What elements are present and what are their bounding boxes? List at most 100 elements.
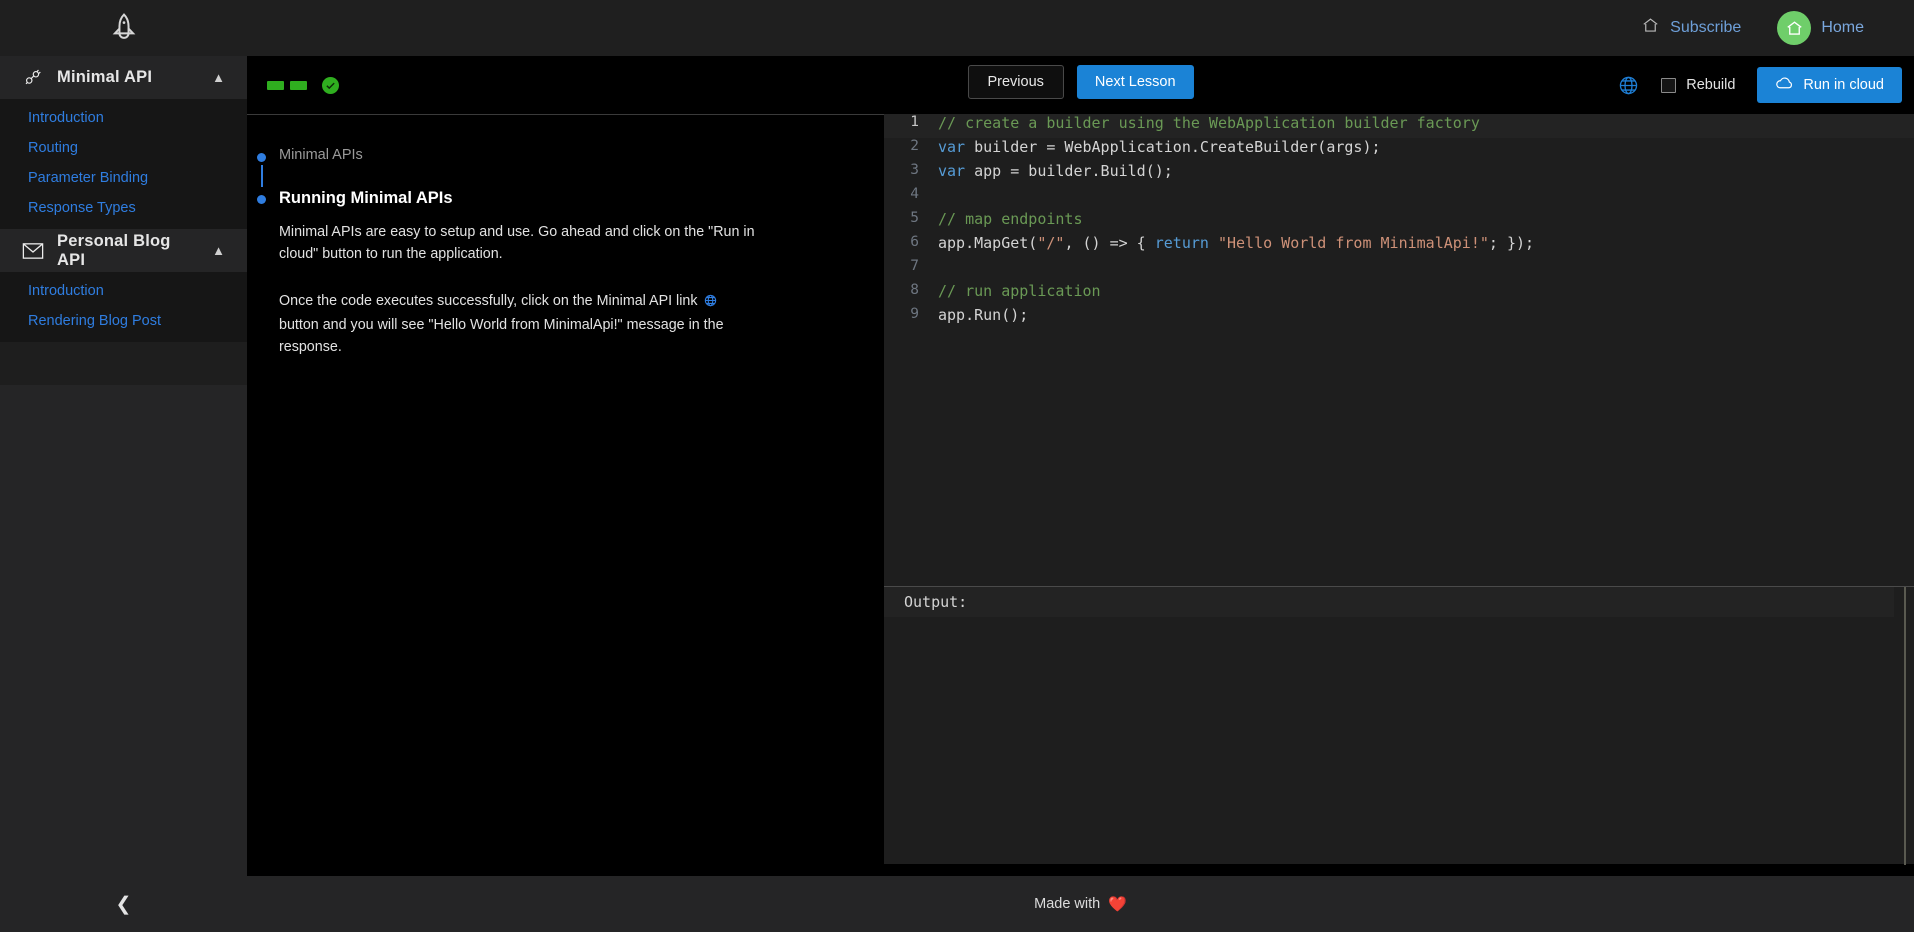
- sidebar-group-personal-blog-api[interactable]: Personal Blog API ▲: [0, 229, 247, 272]
- code-lines: 1// create a builder using the WebApplic…: [884, 114, 1914, 330]
- code-token: "/": [1037, 234, 1065, 252]
- output-scrollbar[interactable]: [1904, 587, 1906, 865]
- code-token: // create a builder using the WebApplica…: [938, 114, 1480, 132]
- code-line[interactable]: 3 var app = builder.Build();: [884, 162, 1914, 186]
- code-text[interactable]: // map endpoints: [936, 210, 1914, 234]
- sidebar-group-minimal-api[interactable]: Minimal API ▲: [0, 56, 247, 99]
- code-editor[interactable]: 1// create a builder using the WebApplic…: [884, 114, 1914, 586]
- home-label: Home: [1821, 19, 1864, 36]
- globe-icon[interactable]: [704, 292, 717, 314]
- chevron-up-icon[interactable]: ▲: [212, 244, 225, 257]
- home-icon: [1777, 11, 1812, 45]
- code-text[interactable]: var builder = WebApplication.CreateBuild…: [936, 138, 1914, 162]
- subscribe-link[interactable]: Subscribe: [1641, 16, 1741, 40]
- code-text[interactable]: var app = builder.Build();: [936, 162, 1914, 186]
- cloud-icon: [1775, 76, 1794, 94]
- top-header: Subscribe Home: [0, 0, 1914, 56]
- line-number: 7: [910, 258, 919, 274]
- rocket-icon: [107, 11, 141, 45]
- rebuild-checkbox[interactable]: Rebuild: [1661, 77, 1735, 93]
- line-number: 1: [884, 114, 936, 138]
- code-line[interactable]: 4: [884, 186, 1914, 210]
- home-link[interactable]: Home: [1777, 11, 1864, 45]
- output-panel: Output:: [884, 586, 1914, 865]
- code-line[interactable]: 8 // run application: [884, 282, 1914, 306]
- heart-icon: ❤️: [1108, 896, 1127, 913]
- previous-button[interactable]: Previous: [967, 65, 1064, 99]
- code-line[interactable]: 9 app.Run();: [884, 306, 1914, 330]
- code-lines-body: 1// create a builder using the WebApplic…: [884, 114, 1914, 330]
- sidebar-item-response-types[interactable]: Response Types: [0, 193, 247, 223]
- line-number: 8: [910, 282, 919, 298]
- run-in-cloud-button[interactable]: Run in cloud: [1757, 67, 1902, 103]
- footer: Made with ❤️: [247, 876, 1914, 932]
- line-number: 2: [910, 138, 919, 154]
- app-root: Subscribe Home Minimal API ▲ Introductio…: [0, 0, 1914, 932]
- code-token: // map endpoints: [938, 210, 1083, 228]
- chevron-up-icon[interactable]: ▲: [212, 71, 225, 84]
- code-line[interactable]: 6 app.MapGet("/", () => { return "Hello W…: [884, 234, 1914, 258]
- line-number: 4: [910, 186, 919, 202]
- lesson-body: Minimal APIs Running Minimal APIs Minima…: [247, 115, 884, 358]
- top-header-actions: Subscribe Home: [1641, 0, 1914, 56]
- code-token: // run application: [938, 282, 1101, 300]
- envelope-icon: [22, 242, 44, 260]
- sidebar-item-introduction[interactable]: Introduction: [0, 103, 247, 133]
- code-line[interactable]: 5 // map endpoints: [884, 210, 1914, 234]
- progress-chip: [267, 80, 284, 90]
- home-icon: [1641, 16, 1660, 40]
- lesson-paragraph-2-before: Once the code executes successfully, cli…: [279, 293, 698, 309]
- code-text[interactable]: [936, 186, 1914, 210]
- lesson-paragraph-2: Once the code executes successfully, cli…: [279, 290, 759, 358]
- sidebar-item-rendering-blog-post[interactable]: Rendering Blog Post: [0, 306, 247, 336]
- lesson-toolbar: Previous Next Lesson Rebuild Run in clou…: [247, 56, 1914, 114]
- line-number: 9: [910, 306, 919, 322]
- lesson-breadcrumb-row[interactable]: Minimal APIs: [257, 147, 856, 163]
- progress-chip: [290, 80, 307, 90]
- lesson-title-row: Running Minimal APIs: [257, 189, 856, 208]
- code-text[interactable]: [936, 258, 1914, 282]
- checkbox-box[interactable]: [1661, 77, 1677, 93]
- app-logo[interactable]: [0, 0, 247, 56]
- code-text[interactable]: app.MapGet("/", () => { return "Hello Wo…: [936, 234, 1914, 258]
- code-line[interactable]: 7: [884, 258, 1914, 282]
- run-in-cloud-label: Run in cloud: [1803, 77, 1884, 93]
- editor-actions: Rebuild Run in cloud: [1618, 67, 1914, 103]
- sidebar-item-blog-introduction[interactable]: Introduction: [0, 276, 247, 306]
- lesson-paragraph-1: Minimal APIs are easy to setup and use. …: [279, 224, 755, 262]
- subscribe-label: Subscribe: [1670, 19, 1742, 36]
- line-number: 5: [910, 210, 919, 226]
- output-label: Output:: [884, 587, 1894, 617]
- rebuild-label: Rebuild: [1686, 77, 1736, 93]
- code-text[interactable]: // run application: [936, 282, 1914, 306]
- next-lesson-button[interactable]: Next Lesson: [1076, 65, 1194, 99]
- code-token: app.Run();: [938, 306, 1029, 324]
- sidebar-filler: [0, 385, 247, 932]
- plug-icon: [22, 68, 44, 88]
- code-token: var: [938, 138, 966, 156]
- lesson-progress: [267, 76, 339, 94]
- step-dot-icon: [257, 153, 266, 162]
- code-token: builder = WebApplication.CreateBuilder(a…: [965, 138, 1381, 156]
- code-line[interactable]: 1// create a builder using the WebApplic…: [884, 114, 1914, 138]
- step-connector: [260, 165, 263, 187]
- code-token: return: [1154, 234, 1209, 252]
- code-text[interactable]: app.Run();: [936, 306, 1914, 330]
- sidebar-group-title: Minimal API: [57, 68, 153, 86]
- code-line[interactable]: 2 var builder = WebApplication.CreateBuil…: [884, 138, 1914, 162]
- sidebar-collapse-button[interactable]: ❮: [0, 876, 247, 932]
- sidebar-item-routing[interactable]: Routing: [0, 133, 247, 163]
- main-content: Previous Next Lesson Rebuild Run in clou…: [247, 56, 1914, 876]
- code-token: app.MapGet(: [938, 234, 1038, 252]
- check-circle-icon: [322, 76, 339, 94]
- sidebar-item-parameter-binding[interactable]: Parameter Binding: [0, 163, 247, 193]
- lesson-paragraph-2-after: button and you will see "Hello World fro…: [279, 317, 724, 355]
- sidebar-group-title: Personal Blog API: [57, 231, 171, 269]
- sidebar-group-items: Introduction Routing Parameter Binding R…: [0, 99, 247, 229]
- globe-icon[interactable]: [1618, 75, 1639, 96]
- code-text[interactable]: // create a builder using the WebApplica…: [936, 114, 1914, 138]
- code-token: ; });: [1488, 234, 1535, 252]
- sidebar: Minimal API ▲ Introduction Routing Param…: [0, 56, 247, 932]
- sidebar-group-items: Introduction Rendering Blog Post: [0, 272, 247, 342]
